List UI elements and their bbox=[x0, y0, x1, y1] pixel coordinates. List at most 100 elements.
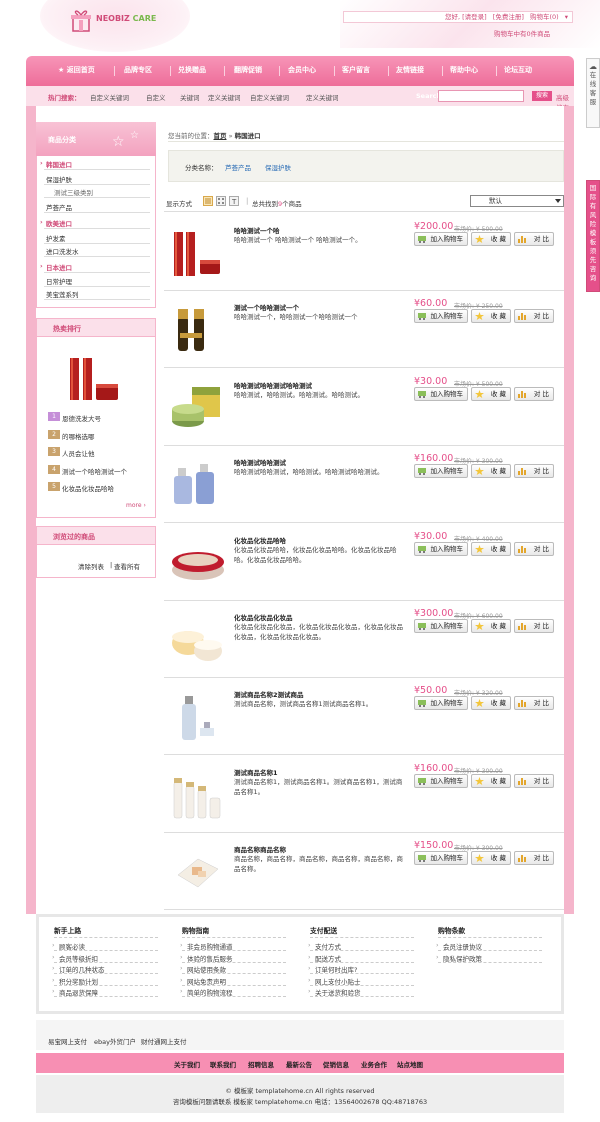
product-image[interactable] bbox=[168, 768, 226, 826]
hot-keyword[interactable]: 自定义关键词 bbox=[90, 92, 129, 102]
cart-dropdown-icon[interactable]: ▾ bbox=[565, 13, 568, 21]
product-image[interactable] bbox=[168, 458, 226, 516]
favorite-button[interactable]: 收 藏 bbox=[471, 309, 511, 324]
hot-item-link[interactable]: 测试一个哈哈测试一个 bbox=[62, 466, 127, 476]
hot-product-image[interactable] bbox=[66, 352, 122, 404]
favorite-button[interactable]: 收 藏 bbox=[471, 541, 511, 556]
product-title[interactable]: 测试商品名称2测试商品 bbox=[234, 689, 304, 699]
search-input[interactable] bbox=[438, 90, 524, 102]
category-item[interactable]: 日本进口 bbox=[46, 262, 72, 272]
category-item[interactable]: 芦荟产品 bbox=[46, 202, 72, 212]
compare-button[interactable]: 对 比 bbox=[514, 851, 554, 866]
compare-button[interactable]: 对 比 bbox=[514, 541, 554, 556]
bottom-nav-link[interactable]: 联系我们 bbox=[210, 1059, 236, 1069]
compare-button[interactable]: 对 比 bbox=[514, 232, 554, 246]
view-all-link[interactable]: 查看所有 bbox=[114, 561, 140, 571]
bottom-nav-link[interactable]: 业务合作 bbox=[361, 1059, 387, 1069]
cart-link[interactable]: 购物车(0) bbox=[530, 13, 559, 21]
product-title[interactable]: 化妆品化妆品化妆品 bbox=[234, 612, 293, 622]
list-view-icon[interactable] bbox=[203, 196, 213, 206]
product-image[interactable] bbox=[168, 226, 226, 284]
bottom-nav-link[interactable]: 关于我们 bbox=[174, 1059, 200, 1069]
add-to-cart-button[interactable]: 加入购物车 bbox=[414, 309, 468, 324]
compare-button[interactable]: 对 比 bbox=[514, 464, 554, 479]
nav-help[interactable]: 帮助中心 bbox=[450, 65, 478, 75]
compare-button[interactable]: 对 比 bbox=[514, 619, 554, 633]
breadcrumb-home[interactable]: 首页 bbox=[214, 132, 227, 140]
add-to-cart-button[interactable]: 加入购物车 bbox=[414, 619, 468, 633]
nav-links[interactable]: 友情链接 bbox=[396, 65, 424, 75]
nav-member[interactable]: 会员中心 bbox=[288, 65, 316, 75]
subcategory-link[interactable]: 芦荟产品 bbox=[225, 162, 251, 172]
hot-keyword[interactable]: 关键词 bbox=[180, 92, 200, 102]
product-title[interactable]: 测试商品名称1 bbox=[234, 767, 278, 777]
product-title[interactable]: 哈哈测试一个哈 bbox=[234, 225, 280, 235]
product-title[interactable]: 商品名称商品名称 bbox=[234, 844, 286, 854]
favorite-button[interactable]: 收 藏 bbox=[471, 232, 511, 246]
product-image[interactable] bbox=[168, 613, 226, 671]
hot-item-link[interactable]: 化妆品化妆品哈哈 bbox=[62, 483, 114, 493]
hot-keyword[interactable]: 自定义 bbox=[146, 92, 166, 102]
add-to-cart-button[interactable]: 加入购物车 bbox=[414, 696, 468, 711]
online-service-tab[interactable]: ☁ 在线客服 bbox=[586, 58, 600, 128]
add-to-cart-button[interactable]: 加入购物车 bbox=[414, 773, 468, 788]
product-title[interactable]: 化妆品化妆品哈哈 bbox=[234, 535, 286, 545]
product-title[interactable]: 测试一个哈哈测试一个 bbox=[234, 302, 299, 312]
hot-keyword[interactable]: 自定义关键词 bbox=[250, 92, 289, 102]
category-item[interactable]: 护发素 bbox=[46, 233, 66, 243]
nav-gifts[interactable]: 兑换赠品 bbox=[178, 65, 206, 75]
bottom-nav-link[interactable]: 最新公告 bbox=[286, 1059, 312, 1069]
subcategory-link[interactable]: 保湿护肤 bbox=[265, 162, 291, 172]
favorite-button[interactable]: 收 藏 bbox=[471, 696, 511, 711]
hot-keyword[interactable]: 定义关键词 bbox=[208, 92, 241, 102]
text-view-icon[interactable]: T bbox=[229, 196, 239, 206]
login-link[interactable]: 您好, [请登录] bbox=[445, 13, 487, 21]
grid-view-icon[interactable] bbox=[216, 196, 226, 206]
payment-link[interactable]: 财付通网上支付 bbox=[141, 1036, 187, 1046]
product-image[interactable] bbox=[168, 536, 226, 594]
favorite-button[interactable]: 收 藏 bbox=[471, 619, 511, 633]
hot-item-link[interactable]: 的哪格选哪 bbox=[62, 431, 95, 441]
category-item[interactable]: 进口洗发水 bbox=[46, 246, 79, 256]
hot-item-link[interactable]: 人员会让他 bbox=[62, 448, 95, 458]
search-button[interactable]: 搜索 bbox=[532, 91, 552, 101]
hot-item-link[interactable]: 恩德洗发大号 bbox=[62, 413, 101, 423]
product-image[interactable] bbox=[168, 303, 226, 361]
nav-forum[interactable]: 论坛互动 bbox=[504, 65, 532, 75]
payment-link[interactable]: ebay外贸门户 bbox=[94, 1036, 136, 1046]
category-item[interactable]: 欧美进口 bbox=[46, 218, 72, 228]
category-item[interactable]: 日常护理 bbox=[46, 276, 72, 286]
favorite-button[interactable]: 收 藏 bbox=[471, 464, 511, 479]
payment-link[interactable]: 易宝网上支付 bbox=[48, 1036, 87, 1046]
category-item[interactable]: 美宝莲系列 bbox=[46, 289, 79, 299]
gift-logo-icon[interactable] bbox=[70, 8, 92, 32]
product-title[interactable]: 哈哈测试哈哈测试哈哈测试 bbox=[234, 380, 312, 390]
nav-guestbook[interactable]: 客户留言 bbox=[342, 65, 370, 75]
product-image[interactable] bbox=[168, 845, 226, 903]
register-link[interactable]: [免费注册] bbox=[493, 13, 524, 21]
favorite-button[interactable]: 收 藏 bbox=[471, 773, 511, 788]
advert-tab[interactable]: 国际有风险模板须先咨询 bbox=[586, 180, 600, 292]
favorite-button[interactable]: 收 藏 bbox=[471, 386, 511, 401]
category-item[interactable]: 韩国进口 bbox=[46, 159, 72, 169]
compare-button[interactable]: 对 比 bbox=[514, 773, 554, 788]
nav-home[interactable]: ★ 返回首页 bbox=[58, 65, 95, 75]
clear-list-link[interactable]: 清除列表 bbox=[78, 561, 104, 571]
nav-promo[interactable]: 翻牌促销 bbox=[234, 65, 262, 75]
compare-button[interactable]: 对 比 bbox=[514, 386, 554, 401]
add-to-cart-button[interactable]: 加入购物车 bbox=[414, 851, 468, 866]
add-to-cart-button[interactable]: 加入购物车 bbox=[414, 464, 468, 479]
favorite-button[interactable]: 收 藏 bbox=[471, 851, 511, 866]
category-item[interactable]: 保湿护肤 bbox=[46, 174, 72, 184]
product-image[interactable] bbox=[168, 690, 226, 748]
compare-button[interactable]: 对 比 bbox=[514, 309, 554, 324]
more-link[interactable]: more › bbox=[126, 502, 146, 509]
nav-brands[interactable]: 品牌专区 bbox=[124, 65, 152, 75]
add-to-cart-button[interactable]: 加入购物车 bbox=[414, 541, 468, 556]
add-to-cart-button[interactable]: 加入购物车 bbox=[414, 232, 468, 246]
add-to-cart-button[interactable]: 加入购物车 bbox=[414, 386, 468, 401]
hot-keyword[interactable]: 定义关键词 bbox=[306, 92, 339, 102]
product-image[interactable] bbox=[168, 381, 226, 439]
brand-logo-text[interactable]: NEOBIZ CARE bbox=[96, 14, 156, 23]
sort-select[interactable]: 默认 bbox=[470, 195, 564, 207]
